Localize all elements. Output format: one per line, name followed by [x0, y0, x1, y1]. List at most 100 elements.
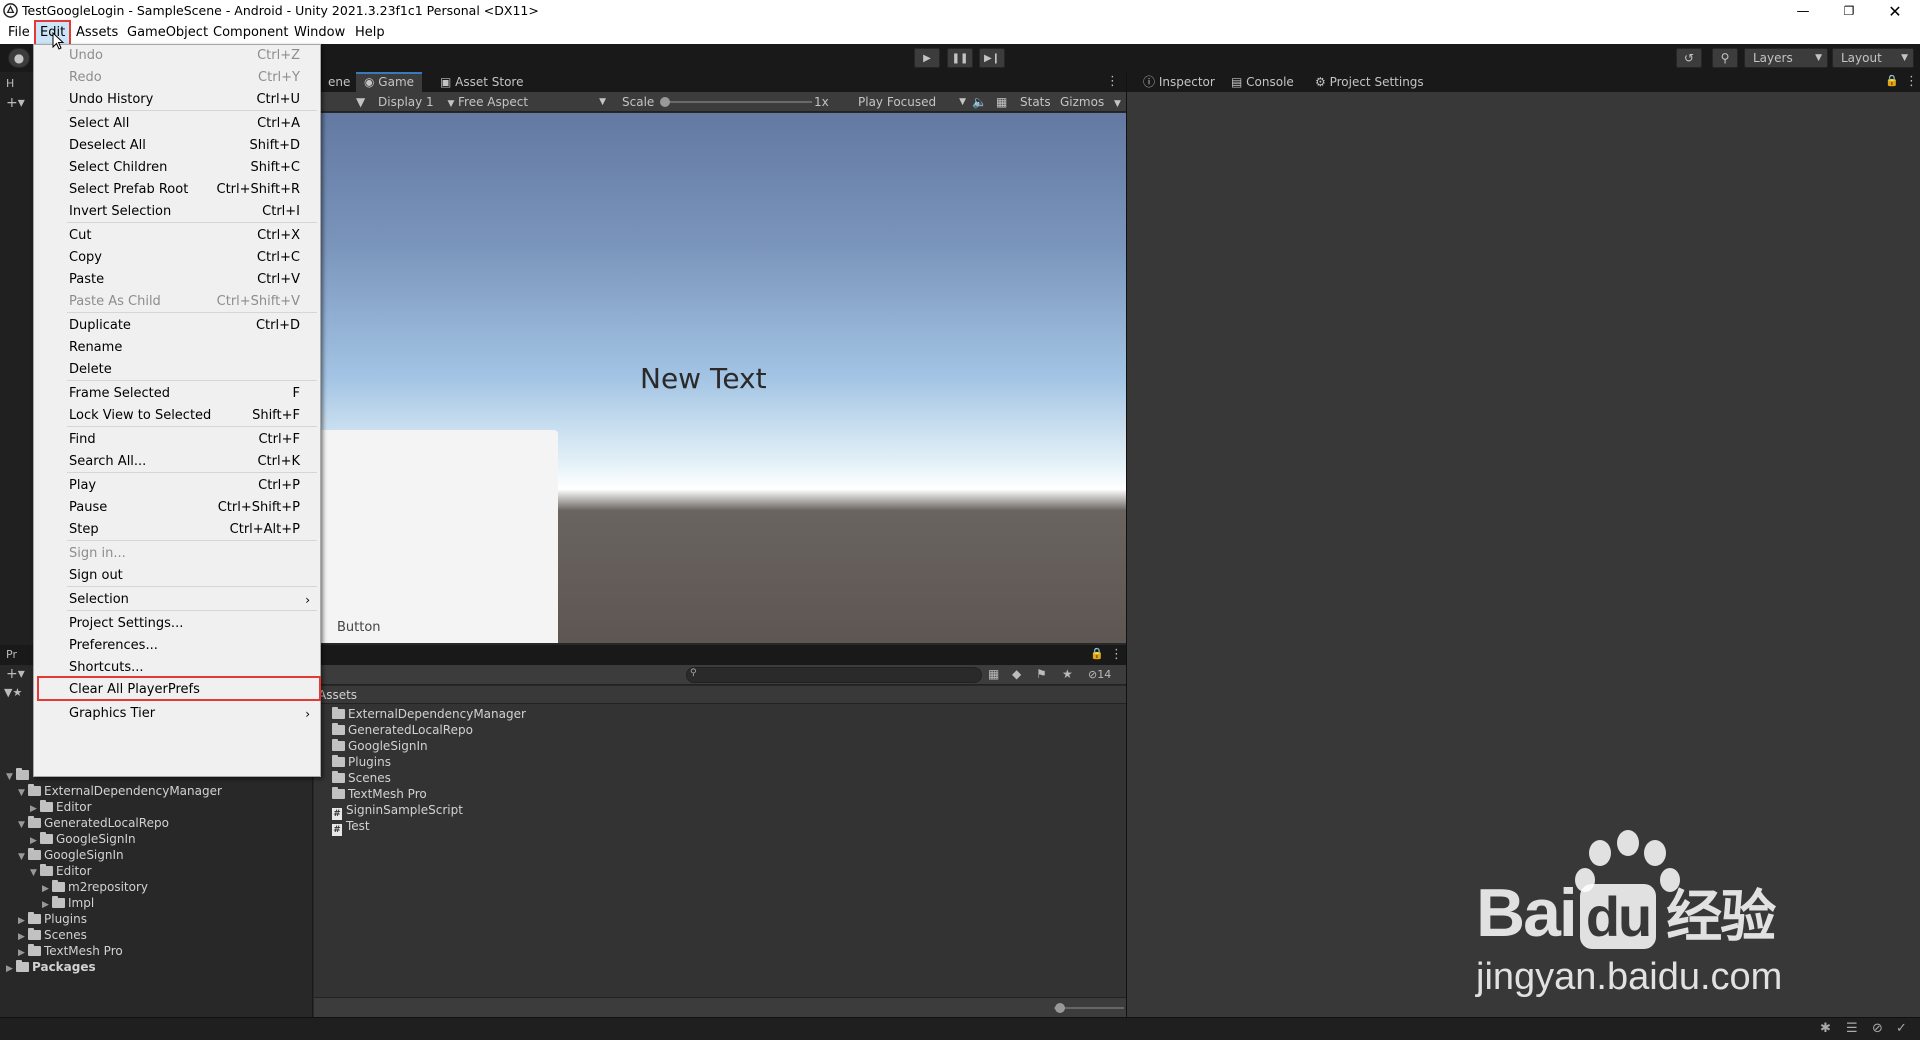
create-button[interactable]: +▾ [6, 666, 25, 682]
minimize-button[interactable]: — [1780, 0, 1826, 22]
edit-menu-item-sign-in[interactable]: Sign in... [34, 543, 320, 565]
menu-component[interactable]: Component [209, 22, 292, 44]
edit-menu-item-undo[interactable]: Undo Ctrl+Z [34, 45, 320, 67]
tab-project[interactable]: Pr [6, 648, 17, 661]
edit-menu-item-select-prefab-root[interactable]: Select Prefab Root Ctrl+Shift+R [34, 179, 320, 201]
layout-dropdown[interactable]: Layout ▼ [1832, 48, 1914, 68]
breadcrumb-assets[interactable]: Assets [318, 688, 357, 702]
asset-item[interactable]: GoogleSignIn [332, 738, 428, 754]
lock-icon[interactable]: 🔒 [1885, 74, 1899, 87]
layers-dropdown[interactable]: Layers ▼ [1744, 48, 1828, 68]
expand-down-icon[interactable]: ▼ [6, 769, 16, 785]
asset-item[interactable]: # Test [332, 818, 370, 836]
play-mode-dropdown[interactable]: Play Focused ▼ [858, 92, 968, 112]
search-by-type-icon[interactable]: ▦ [988, 667, 999, 681]
edit-menu-item-pause[interactable]: Pause Ctrl+Shift+P [34, 497, 320, 519]
tree-item[interactable]: ▶ Impl [42, 895, 94, 911]
edit-menu-item-invert-selection[interactable]: Invert Selection Ctrl+I [34, 201, 320, 223]
tree-item[interactable]: ▶ Plugins [18, 911, 87, 927]
close-window-button[interactable]: ✕ [1872, 0, 1918, 22]
edit-menu-item-deselect-all[interactable]: Deselect All Shift+D [34, 135, 320, 157]
asset-item[interactable]: GeneratedLocalRepo [332, 722, 473, 738]
restore-button[interactable]: ❐ [1826, 0, 1872, 22]
tab-hierarchy[interactable]: H [6, 77, 14, 90]
edit-menu-item-select-children[interactable]: Select Children Shift+C [34, 157, 320, 179]
menu-window[interactable]: Window [290, 22, 349, 44]
more-options-icon[interactable]: ⋮ [1905, 74, 1918, 89]
search-by-label-icon[interactable]: ◆ [1012, 667, 1021, 681]
stats-button[interactable]: Stats [1020, 92, 1051, 112]
expand-down-icon[interactable]: ▼ [18, 785, 28, 801]
favorite-star-icon[interactable]: ★ [1062, 667, 1073, 681]
icon-size-slider-handle[interactable] [1055, 1003, 1065, 1013]
hidden-packages-toggle[interactable]: ⊘14 [1088, 668, 1111, 681]
more-options-icon[interactable]: ⋮ [1110, 647, 1123, 662]
gizmos-button[interactable]: Gizmos ▼ [1060, 92, 1121, 112]
scene-ui-button[interactable] [320, 430, 558, 643]
pause-button[interactable]: ❚❚ [947, 48, 973, 68]
edit-menu-item-select-all[interactable]: Select All Ctrl+A [34, 113, 320, 135]
edit-menu-item-project-settings[interactable]: Project Settings... [34, 613, 320, 635]
edit-menu-item-graphics-tier[interactable]: Graphics Tier › [34, 703, 320, 725]
edit-menu-item-step[interactable]: Step Ctrl+Alt+P [34, 519, 320, 541]
tree-item[interactable]: ▶ TextMesh Pro [18, 943, 123, 959]
expand-right-icon[interactable]: ▶ [6, 961, 16, 977]
tab-console[interactable]: ▤ Console [1223, 72, 1302, 92]
edit-menu-item-frame-selected[interactable]: Frame Selected F [34, 383, 320, 405]
add-button[interactable]: +▾ [6, 95, 25, 111]
edit-menu-item-find[interactable]: Find Ctrl+F [34, 429, 320, 451]
edit-menu-item-paste[interactable]: Paste Ctrl+V [34, 269, 320, 291]
expand-down-icon[interactable]: ▼ [30, 865, 40, 881]
database-icon[interactable]: ☰ [1846, 1021, 1858, 1036]
menu-assets[interactable]: Assets [72, 22, 122, 44]
tab-project-settings[interactable]: ⚙ Project Settings [1307, 72, 1432, 92]
menu-gameobject[interactable]: GameObject [123, 22, 212, 44]
tree-item[interactable]: ▶ Scenes [18, 927, 87, 943]
edit-menu-item-lock-view-to-selected[interactable]: Lock View to Selected Shift+F [34, 405, 320, 427]
undo-history-button[interactable]: ↺ [1676, 48, 1702, 68]
tab-game[interactable]: ◉ Game [356, 72, 423, 92]
asset-item[interactable]: # SigninSampleScript [332, 802, 463, 820]
edit-menu-item-sign-out[interactable]: Sign out [34, 565, 320, 587]
tree-item[interactable]: ▶ GoogleSignIn [30, 831, 136, 847]
expand-down-icon[interactable]: ▼ [18, 849, 28, 865]
edit-menu-item-cut[interactable]: Cut Ctrl+X [34, 225, 320, 247]
asset-item[interactable]: Plugins [332, 754, 391, 770]
edit-menu-item-copy[interactable]: Copy Ctrl+C [34, 247, 320, 269]
tab-asset-store[interactable]: ▣ Asset Store [432, 72, 532, 92]
project-search-input[interactable]: ⚲ [686, 667, 982, 683]
tree-item[interactable]: ▼ GoogleSignIn [18, 847, 124, 863]
more-options-icon[interactable]: ⋮ [1106, 74, 1119, 89]
display-dropdown[interactable]: Display 1 ▼ [378, 92, 454, 112]
game-view-dropdown-arrow[interactable]: ▼ [356, 92, 365, 112]
account-button[interactable]: ● [8, 48, 30, 68]
edit-menu-item-redo[interactable]: Redo Ctrl+Y [34, 67, 320, 89]
search-button[interactable]: ⚲ [1712, 48, 1738, 68]
edit-menu-item-preferences[interactable]: Preferences... [34, 635, 320, 657]
tree-item[interactable]: ▶ Packages [6, 959, 96, 975]
grid-icon[interactable]: ▦ [996, 92, 1007, 112]
edit-menu-item-selection[interactable]: Selection › [34, 589, 320, 611]
edit-menu-item-undo-history[interactable]: Undo History Ctrl+U [34, 89, 320, 111]
play-button[interactable]: ▶ [914, 48, 940, 68]
edit-menu-item-duplicate[interactable]: Duplicate Ctrl+D [34, 315, 320, 337]
tree-item[interactable]: ▼ Editor [30, 863, 92, 879]
edit-menu-item-rename[interactable]: Rename [34, 337, 320, 359]
tree-item[interactable]: ▶ Editor [30, 799, 92, 815]
tree-item[interactable]: ▶ m2repository [42, 879, 148, 895]
cloud-off-icon[interactable]: ⊘ [1872, 1021, 1883, 1036]
menu-help[interactable]: Help [351, 22, 389, 44]
step-button[interactable]: ▶❙ [979, 48, 1005, 68]
scale-slider-handle[interactable] [660, 97, 670, 107]
edit-menu-item-play[interactable]: Play Ctrl+P [34, 475, 320, 497]
mute-audio-icon[interactable]: 🔈 [972, 92, 987, 112]
tree-item[interactable]: ▼ ExternalDependencyManager [18, 783, 222, 799]
edit-menu-item-search-all[interactable]: Search All... Ctrl+K [34, 451, 320, 473]
aspect-dropdown[interactable]: Free Aspect ▼ [458, 92, 610, 112]
tree-item[interactable]: ▼ GeneratedLocalRepo [18, 815, 169, 831]
tag-icon[interactable]: ⚑ [1036, 667, 1047, 681]
edit-menu-item-delete[interactable]: Delete [34, 359, 320, 381]
asset-item[interactable]: TextMesh Pro [332, 786, 427, 802]
tab-scene[interactable]: ene [320, 72, 358, 92]
asset-item[interactable]: ExternalDependencyManager [332, 706, 526, 722]
